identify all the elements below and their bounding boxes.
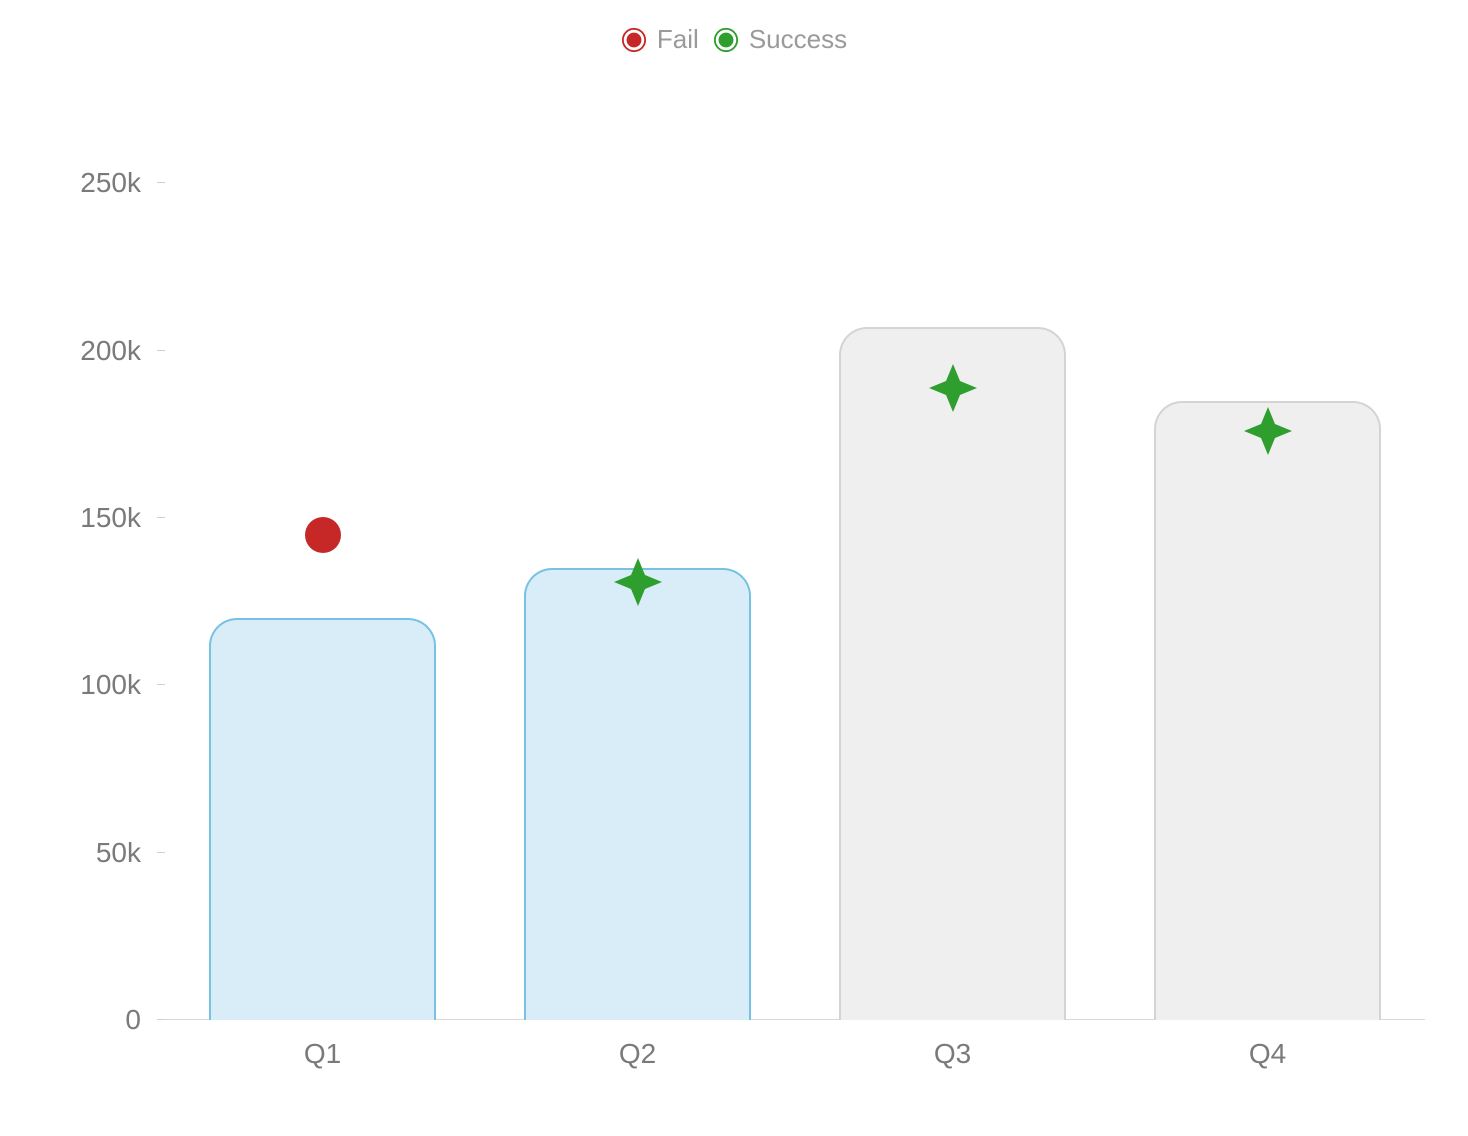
success-marker[interactable] [612,556,664,608]
chart-container: Fail Success 050k100k150k200k250kQ1Q2Q3Q… [0,0,1468,1136]
y-tick-label: 200k [80,335,141,367]
success-icon [713,27,739,53]
bar-q2[interactable] [524,568,751,1020]
bar-q1[interactable] [209,618,436,1020]
x-tick-label: Q2 [619,1038,656,1070]
y-tick-label: 150k [80,502,141,534]
legend-label-success: Success [749,24,847,55]
y-tick-label: 0 [125,1004,141,1036]
plot-area: 050k100k150k200k250kQ1Q2Q3Q4 [165,150,1425,1020]
legend: Fail Success [0,24,1468,55]
y-tick-mark [157,684,165,685]
y-tick-label: 50k [96,837,141,869]
y-tick-mark [157,350,165,351]
success-marker[interactable] [927,362,979,414]
legend-item-success[interactable]: Success [713,24,847,55]
fail-icon [621,27,647,53]
x-tick-label: Q3 [934,1038,971,1070]
x-tick-label: Q4 [1249,1038,1286,1070]
legend-label-fail: Fail [657,24,699,55]
x-tick-label: Q1 [304,1038,341,1070]
bar-q3[interactable] [839,327,1066,1020]
y-tick-mark [157,182,165,183]
success-marker[interactable] [1242,405,1294,457]
bar-q4[interactable] [1154,401,1381,1020]
y-tick-mark [157,1019,165,1020]
y-tick-label: 100k [80,669,141,701]
y-tick-label: 250k [80,167,141,199]
fail-marker[interactable] [302,514,344,556]
y-tick-mark [157,852,165,853]
legend-item-fail[interactable]: Fail [621,24,699,55]
y-tick-mark [157,517,165,518]
